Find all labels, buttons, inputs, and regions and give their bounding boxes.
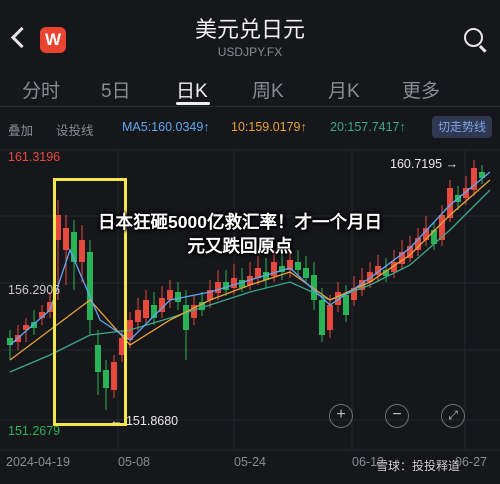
candle-body [135,310,141,322]
expand-button[interactable]: ⤢ [441,404,465,428]
tab-weekly-k[interactable]: 周K [252,76,284,103]
candle-body [303,268,309,278]
zoom-out-button[interactable]: − [385,404,409,428]
headline-line-1: 日本狂砸5000亿救汇率！才一个月日 [98,212,382,232]
ma10-value: 10:159.0179↑ [231,120,307,134]
candle-body [231,278,237,288]
candle-body [327,305,333,330]
overlay-tool[interactable]: 叠加 [8,120,33,139]
ticker-subtitle: USDJPY.FX [217,45,283,59]
y-label-low: 151.2679 [8,424,61,438]
tab-5day[interactable]: 5日 [101,76,131,103]
low-annotation: ← 151.8680 [110,414,179,428]
candle-body [215,282,221,293]
candle-body [295,262,301,270]
trend-toggle-button[interactable]: 切走势线 [431,116,492,138]
candle-body [183,305,189,330]
ma5-value: MA5:160.0349↑ [122,120,210,134]
x-label-start: 2024-04-19 [6,455,70,469]
high-annotation: 160.7195 → [390,157,459,171]
y-label-high: 161.3196 [8,150,61,164]
headline-line-2: 元又跌回原点 [187,236,293,256]
watermark: 雪球：投投释道 [376,459,461,473]
high-value: 160.7195 [390,157,443,171]
headline-overlay: 日本狂砸5000亿救汇率！才一个月日 元又跌回原点 [60,210,420,258]
indicator-bar: 叠加 设投线 MA5:160.0349↑ 10:159.0179↑ 20:157… [0,112,500,144]
tab-monthly-k[interactable]: 月K [328,76,360,103]
page-title: 美元兑日元 [194,17,305,42]
tab-more[interactable]: 更多 [402,76,440,103]
x-label-3: 05-24 [234,455,266,469]
tab-intraday[interactable]: 分时 [22,76,60,103]
x-label-2: 05-08 [118,455,150,469]
period-tabs: 分时 5日 日K 周K 月K 更多 [0,72,500,107]
candle-body [167,290,173,300]
low-value: 151.8680 [125,414,179,428]
candle-body [143,300,149,318]
candle-body [343,295,349,315]
header: W 美元兑日元 USDJPY.FX [0,0,500,70]
ma20-value: 20:157.7417↑ [330,120,406,134]
candle-body [319,300,325,335]
search-icon[interactable] [464,28,483,47]
line-tool[interactable]: 设投线 [56,120,94,139]
zoom-in-button[interactable]: + [329,404,353,428]
tab-daily-k[interactable]: 日K [176,76,208,103]
candle-body [175,292,181,302]
active-tab-indicator [176,102,210,105]
